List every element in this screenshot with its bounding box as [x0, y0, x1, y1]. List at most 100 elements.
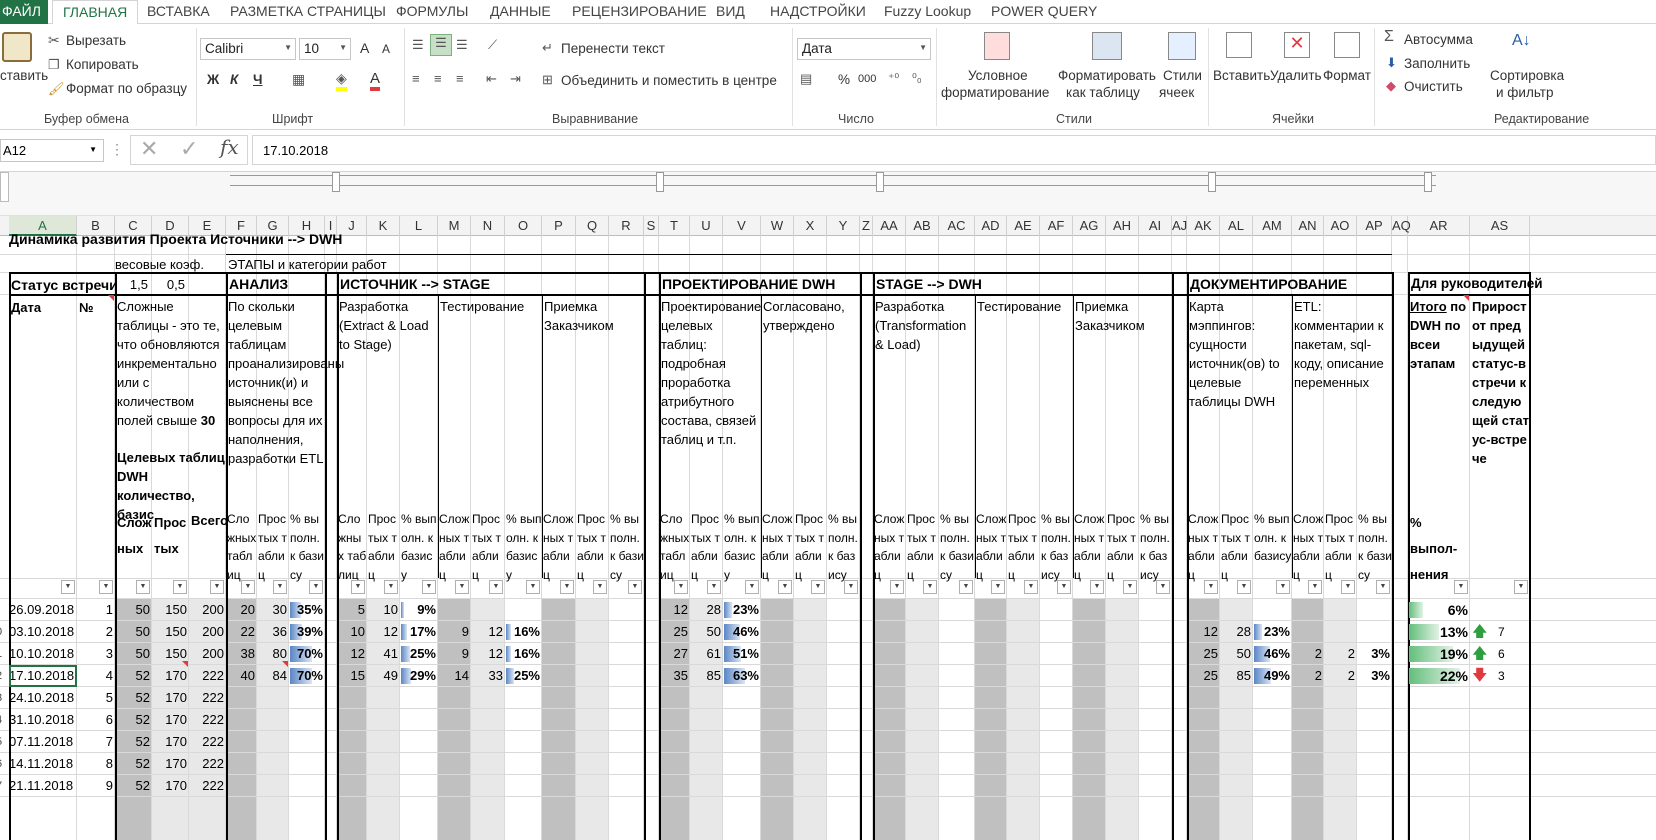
- bold-button[interactable]: Ж: [207, 72, 219, 87]
- column-header-ad[interactable]: AD: [975, 216, 1007, 236]
- filter-dropdown-button[interactable]: ▼: [745, 580, 759, 594]
- align-right-icon[interactable]: ≡: [456, 71, 464, 86]
- underline-button[interactable]: Ч: [253, 72, 263, 87]
- fill-button[interactable]: Заполнить: [1404, 56, 1470, 71]
- decrease-indent-icon[interactable]: ⇤: [486, 71, 497, 87]
- filter-dropdown-button[interactable]: ▼: [1057, 580, 1071, 594]
- format-painter-button[interactable]: Формат по образцу: [66, 81, 187, 96]
- outline-collapse-button[interactable]: [656, 172, 664, 192]
- filter-dropdown-button[interactable]: ▼: [560, 580, 574, 594]
- tab-review[interactable]: РЕЦЕНЗИРОВАНИЕ: [572, 3, 707, 19]
- column-header-y[interactable]: Y: [827, 216, 860, 236]
- column-header-u[interactable]: U: [690, 216, 723, 236]
- font-size-combo[interactable]: 10 ▼: [299, 38, 351, 60]
- increase-decimal-icon[interactable]: ⁺⁰: [888, 71, 899, 85]
- column-header-af[interactable]: AF: [1040, 216, 1073, 236]
- conditional-format-line2[interactable]: форматирование: [941, 85, 1049, 100]
- formula-input[interactable]: 17.10.2018: [252, 135, 1656, 165]
- column-header-an[interactable]: AN: [1292, 216, 1324, 236]
- percent-button[interactable]: %: [838, 72, 850, 87]
- borders-icon[interactable]: ▦: [292, 71, 305, 88]
- column-header-z[interactable]: Z: [860, 216, 873, 236]
- filter-dropdown-button[interactable]: ▼: [384, 580, 398, 594]
- conditional-format-line1[interactable]: Условное: [968, 68, 1028, 83]
- copy-button[interactable]: Копировать: [66, 57, 139, 72]
- column-header-o[interactable]: O: [505, 216, 542, 236]
- filter-dropdown-button[interactable]: ▼: [1341, 580, 1355, 594]
- filter-dropdown-button[interactable]: ▼: [1156, 580, 1170, 594]
- filter-dropdown-button[interactable]: ▼: [489, 580, 503, 594]
- filter-dropdown-button[interactable]: ▼: [1454, 580, 1468, 594]
- number-format-combo[interactable]: Дата ▼: [797, 38, 931, 60]
- filter-dropdown-button[interactable]: ▼: [1308, 580, 1322, 594]
- shrink-font-button[interactable]: A: [382, 42, 390, 56]
- column-header-ao[interactable]: AO: [1324, 216, 1357, 236]
- tab-insert[interactable]: ВСТАВКА: [147, 3, 210, 19]
- filter-dropdown-button[interactable]: ▼: [811, 580, 825, 594]
- sort-filter-line2[interactable]: и фильтр: [1496, 85, 1554, 100]
- column-header-p[interactable]: P: [542, 216, 576, 236]
- filter-dropdown-button[interactable]: ▼: [99, 580, 113, 594]
- column-header-as[interactable]: AS: [1470, 216, 1530, 236]
- filter-dropdown-button[interactable]: ▼: [923, 580, 937, 594]
- wrap-text-button[interactable]: Перенести текст: [561, 41, 665, 56]
- column-header-t[interactable]: T: [659, 216, 690, 236]
- cell-styles-line1[interactable]: Стили: [1163, 68, 1202, 83]
- filter-dropdown-button[interactable]: ▼: [1024, 580, 1038, 594]
- format-as-table-line2[interactable]: как таблицу: [1066, 85, 1140, 100]
- grow-font-button[interactable]: A: [360, 40, 369, 56]
- paste-icon[interactable]: [2, 32, 32, 62]
- column-header-am[interactable]: AM: [1253, 216, 1292, 236]
- filter-dropdown-button[interactable]: ▼: [1237, 580, 1251, 594]
- tab-fuzzy-lookup[interactable]: Fuzzy Lookup: [884, 3, 971, 19]
- currency-icon[interactable]: ▤: [800, 71, 812, 87]
- outline-collapse-button[interactable]: [332, 172, 340, 192]
- column-header-r[interactable]: R: [609, 216, 644, 236]
- cell-styles-line2[interactable]: ячеек: [1159, 85, 1194, 100]
- font-name-combo[interactable]: Calibri ▼: [200, 38, 296, 60]
- thousands-button[interactable]: 000: [858, 73, 876, 85]
- filter-dropdown-button[interactable]: ▼: [628, 580, 642, 594]
- column-header-aq[interactable]: AQ: [1392, 216, 1411, 236]
- outline-collapse-button[interactable]: [1208, 172, 1216, 192]
- merge-center-button[interactable]: Объединить и поместить в центре: [561, 73, 777, 88]
- tab-power-query[interactable]: POWER QUERY: [991, 3, 1097, 19]
- outline-collapse-button[interactable]: [876, 172, 884, 192]
- align-middle-icon[interactable]: ☰: [430, 34, 452, 56]
- filter-dropdown-button[interactable]: ▼: [526, 580, 540, 594]
- column-header-ac[interactable]: AC: [939, 216, 975, 236]
- column-header-ag[interactable]: AG: [1073, 216, 1106, 236]
- tab-view[interactable]: ВИД: [716, 3, 745, 19]
- filter-dropdown-button[interactable]: ▼: [844, 580, 858, 594]
- column-header-aj[interactable]: AJ: [1172, 216, 1187, 236]
- column-header-v[interactable]: V: [723, 216, 761, 236]
- filter-dropdown-button[interactable]: ▼: [241, 580, 255, 594]
- filter-dropdown-button[interactable]: ▼: [1090, 580, 1104, 594]
- italic-button[interactable]: К: [230, 72, 238, 87]
- filter-dropdown-button[interactable]: ▼: [674, 580, 688, 594]
- tab-home[interactable]: ГЛАВНАЯ: [52, 0, 139, 25]
- outline-level-button[interactable]: [0, 172, 9, 202]
- column-header-x[interactable]: X: [794, 216, 827, 236]
- orientation-icon[interactable]: ⟋: [488, 37, 497, 53]
- column-header-ae[interactable]: AE: [1007, 216, 1040, 236]
- filter-dropdown-button[interactable]: ▼: [593, 580, 607, 594]
- align-bottom-icon[interactable]: ☰: [456, 37, 468, 53]
- column-header-aa[interactable]: AA: [873, 216, 906, 236]
- column-header-q[interactable]: Q: [576, 216, 609, 236]
- font-color-button[interactable]: А: [370, 70, 381, 91]
- cut-button[interactable]: Вырезать: [66, 33, 126, 48]
- tab-addins[interactable]: НАДСТРОЙКИ: [770, 3, 866, 19]
- filter-dropdown-button[interactable]: ▼: [1276, 580, 1290, 594]
- delete-cells-button[interactable]: Удалить: [1270, 68, 1322, 83]
- filter-dropdown-button[interactable]: ▼: [890, 580, 904, 594]
- column-header-ab[interactable]: AB: [906, 216, 939, 236]
- align-center-icon[interactable]: ≡: [434, 71, 442, 86]
- tab-file[interactable]: ФАЙЛ: [0, 0, 48, 24]
- align-top-icon[interactable]: ☰: [412, 37, 424, 53]
- outline-collapse-button[interactable]: [1424, 172, 1432, 192]
- filter-dropdown-button[interactable]: ▼: [707, 580, 721, 594]
- filter-dropdown-button[interactable]: ▼: [309, 580, 323, 594]
- filter-dropdown-button[interactable]: ▼: [455, 580, 469, 594]
- align-left-icon[interactable]: ≡: [412, 71, 420, 86]
